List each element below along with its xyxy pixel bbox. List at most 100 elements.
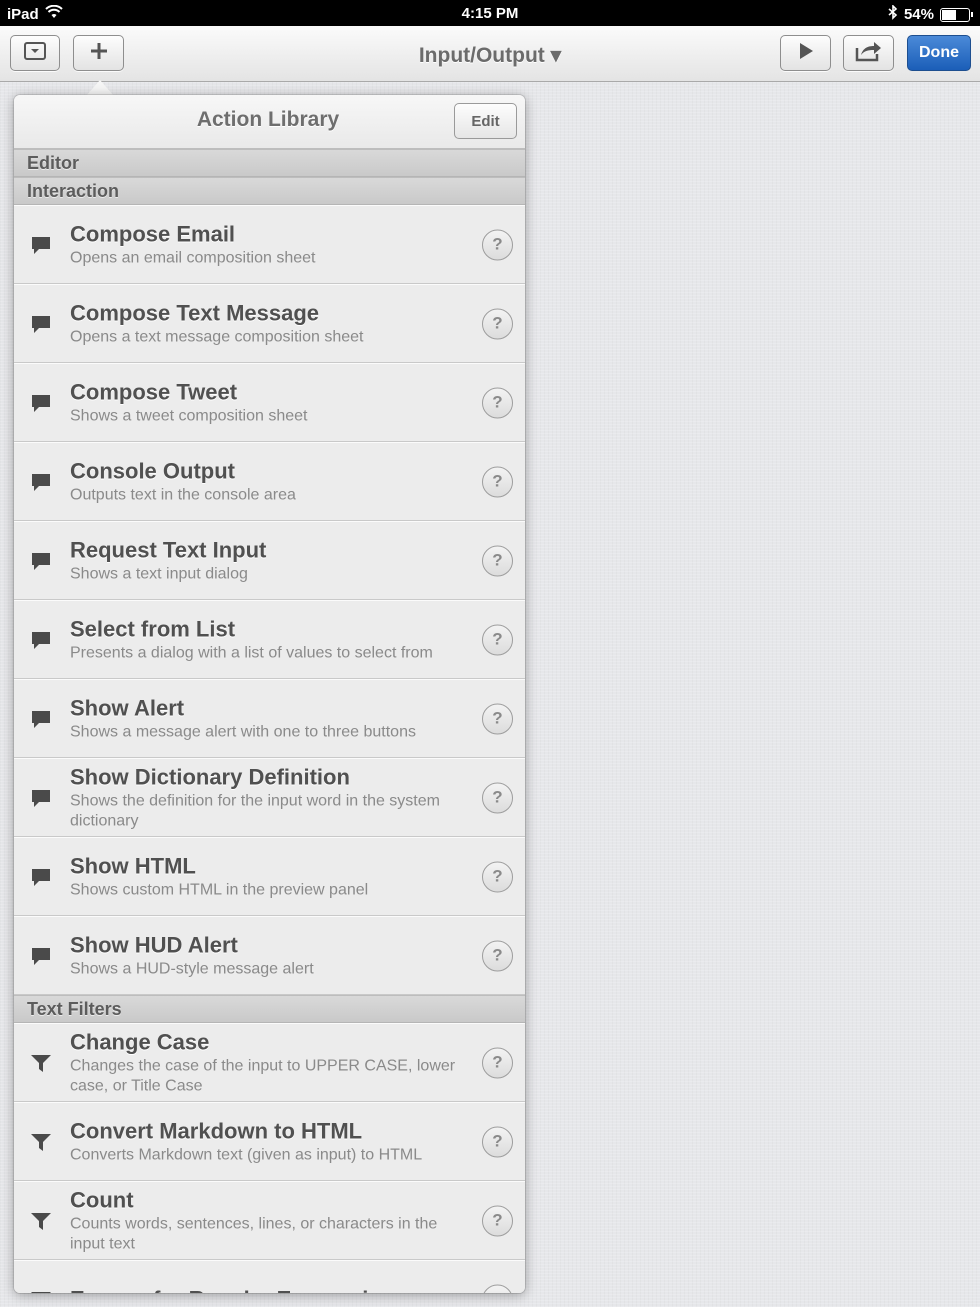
help-button[interactable]: ? bbox=[482, 1284, 513, 1293]
action-title: Convert Markdown to HTML bbox=[70, 1118, 363, 1143]
help-button[interactable]: ? bbox=[482, 782, 513, 813]
action-row[interactable]: Convert Markdown to HTML Converts Markdow… bbox=[14, 1102, 525, 1181]
help-button[interactable]: ? bbox=[482, 308, 513, 339]
edit-button[interactable]: Edit bbox=[454, 103, 517, 139]
speech-bubble-icon bbox=[30, 866, 52, 888]
speech-bubble-icon bbox=[30, 945, 52, 967]
action-title: Request Text Input bbox=[70, 537, 267, 562]
action-text: Select from List Presents a dialog with a… bbox=[70, 616, 465, 663]
action-row[interactable]: Select from List Presents a dialog with a… bbox=[14, 600, 525, 679]
action-title: Count bbox=[70, 1187, 134, 1212]
funnel-icon bbox=[30, 1210, 52, 1232]
popover-title: Action Library bbox=[196, 108, 340, 131]
action-description: Shows the definition for the input word … bbox=[70, 792, 440, 829]
action-row[interactable]: Show Alert Shows a message alert with one… bbox=[14, 679, 525, 758]
action-text: Request Text Input Shows a text input dia… bbox=[70, 537, 465, 584]
action-description: Changes the case of the input to UPPER C… bbox=[70, 1057, 456, 1094]
run-button[interactable] bbox=[780, 35, 831, 71]
action-title: Show Alert bbox=[70, 695, 185, 720]
action-row[interactable]: Compose Text Message Opens a text message… bbox=[14, 284, 525, 363]
help-button[interactable]: ? bbox=[482, 703, 513, 734]
speech-bubble-icon bbox=[30, 392, 52, 414]
help-button[interactable]: ? bbox=[482, 624, 513, 655]
speech-bubble-icon bbox=[30, 471, 52, 493]
popover-arrow bbox=[86, 80, 114, 96]
action-text: Escape for Regular Expression bbox=[70, 1286, 465, 1293]
action-description: Shows a HUD-style message alert bbox=[70, 960, 314, 977]
action-description: Shows a tweet composition sheet bbox=[70, 407, 308, 424]
share-button[interactable] bbox=[843, 35, 894, 71]
action-title: Compose Text Message bbox=[70, 300, 320, 325]
funnel-icon bbox=[30, 1289, 52, 1293]
action-text: Show HTML Shows custom HTML in the previe… bbox=[70, 853, 465, 900]
action-description: Converts Markdown text (given as input) … bbox=[70, 1146, 423, 1163]
speech-bubble-icon bbox=[30, 313, 52, 335]
speech-bubble-icon bbox=[30, 708, 52, 730]
action-text: Show Dictionary Definition Shows the defi… bbox=[70, 764, 465, 831]
action-title: Escape for Regular Expression bbox=[70, 1286, 465, 1293]
funnel-icon bbox=[30, 1131, 52, 1153]
section-header[interactable]: Interaction bbox=[14, 177, 525, 205]
action-text: Compose Tweet Shows a tweet composition s… bbox=[70, 379, 465, 426]
help-button[interactable]: ? bbox=[482, 940, 513, 971]
action-description: Opens a text message composition sheet bbox=[70, 328, 364, 345]
action-row[interactable]: Compose Email Opens an email composition … bbox=[14, 205, 525, 284]
battery-icon bbox=[940, 7, 973, 22]
action-description: Shows a message alert with one to three … bbox=[70, 723, 416, 740]
popover-header: Action Library Edit bbox=[14, 95, 525, 149]
section-header[interactable]: Text Filters bbox=[14, 995, 525, 1023]
funnel-icon bbox=[30, 1052, 52, 1074]
action-row[interactable]: Count Counts words, sentences, lines, or … bbox=[14, 1181, 525, 1260]
action-row[interactable]: Request Text Input Shows a text input dia… bbox=[14, 521, 525, 600]
action-description: Shows custom HTML in the preview panel bbox=[70, 881, 369, 898]
action-title: Compose Tweet bbox=[70, 379, 238, 404]
help-button[interactable]: ? bbox=[482, 861, 513, 892]
action-description: Shows a text input dialog bbox=[70, 565, 248, 582]
help-button[interactable]: ? bbox=[482, 229, 513, 260]
help-button[interactable]: ? bbox=[482, 1205, 513, 1236]
action-row[interactable]: Show Dictionary Definition Shows the defi… bbox=[14, 758, 525, 837]
toolbar: Input/Output ▾ Done bbox=[0, 26, 980, 82]
section-header[interactable]: Editor bbox=[14, 149, 525, 177]
action-title: Show Dictionary Definition bbox=[70, 764, 350, 789]
help-button[interactable]: ? bbox=[482, 545, 513, 576]
action-row[interactable]: Show HUD Alert Shows a HUD-style message … bbox=[14, 916, 525, 995]
speech-bubble-icon bbox=[30, 787, 52, 809]
action-title: Show HUD Alert bbox=[70, 932, 238, 957]
workflow-title[interactable]: Input/Output ▾ bbox=[0, 43, 980, 68]
action-title: Console Output bbox=[70, 458, 235, 483]
action-text: Count Counts words, sentences, lines, or … bbox=[70, 1187, 465, 1254]
action-list[interactable]: Editor Interaction Compose Email Opens an e… bbox=[14, 149, 525, 1293]
share-icon bbox=[855, 40, 883, 67]
help-button[interactable]: ? bbox=[482, 466, 513, 497]
action-description: Presents a dialog with a list of values … bbox=[70, 644, 433, 661]
action-text: Compose Email Opens an email composition … bbox=[70, 221, 465, 268]
action-title: Select from List bbox=[70, 616, 236, 641]
done-button[interactable]: Done bbox=[907, 35, 971, 71]
action-row[interactable]: Escape for Regular Expression? bbox=[14, 1260, 525, 1293]
speech-bubble-icon bbox=[30, 550, 52, 572]
action-description: Outputs text in the console area bbox=[70, 486, 296, 503]
action-text: Show Alert Shows a message alert with one… bbox=[70, 695, 465, 742]
action-title: Compose Email bbox=[70, 221, 236, 246]
action-description: Counts words, sentences, lines, or chara… bbox=[70, 1215, 438, 1252]
action-text: Change Case Changes the case of the input… bbox=[70, 1029, 465, 1096]
action-text: Console Output Outputs text in the consol… bbox=[70, 458, 465, 505]
speech-bubble-icon bbox=[30, 234, 52, 256]
action-text: Convert Markdown to HTML Converts Markdow… bbox=[70, 1118, 465, 1165]
action-row[interactable]: Show HTML Shows custom HTML in the previe… bbox=[14, 837, 525, 916]
battery-percent: 54% bbox=[903, 6, 934, 23]
status-time: 4:15 PM bbox=[461, 5, 519, 22]
action-title: Show HTML bbox=[70, 853, 196, 878]
speech-bubble-icon bbox=[30, 629, 52, 651]
help-button[interactable]: ? bbox=[482, 387, 513, 418]
action-text: Compose Text Message Opens a text message… bbox=[70, 300, 465, 347]
help-button[interactable]: ? bbox=[482, 1126, 513, 1157]
bluetooth-icon bbox=[888, 4, 898, 24]
action-library-popover: Action Library Edit Editor Interaction Com… bbox=[14, 95, 525, 1293]
action-row[interactable]: Change Case Changes the case of the input… bbox=[14, 1023, 525, 1102]
action-title: Change Case bbox=[70, 1029, 210, 1054]
help-button[interactable]: ? bbox=[482, 1047, 513, 1078]
action-row[interactable]: Console Output Outputs text in the consol… bbox=[14, 442, 525, 521]
action-row[interactable]: Compose Tweet Shows a tweet composition s… bbox=[14, 363, 525, 442]
